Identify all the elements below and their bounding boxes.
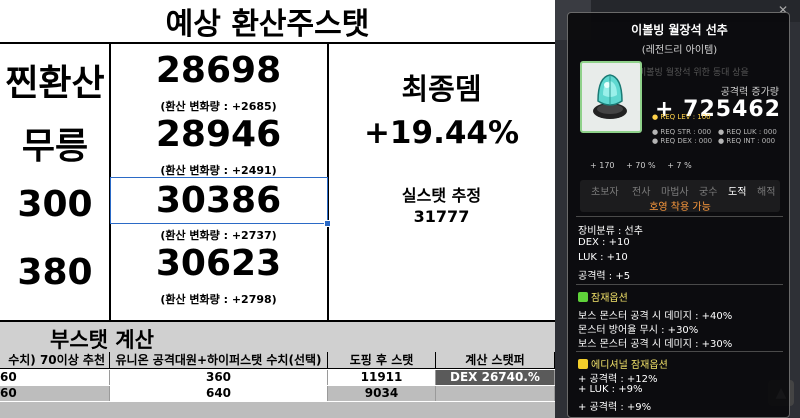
- job-list: 초보자 전사 마법사 궁수 도적 해적 호영 착용 가능: [580, 180, 780, 213]
- table-header: 수치) 70이상 추천: [0, 352, 110, 369]
- job-hint: 호영 착용 가능: [649, 202, 711, 213]
- job-thief: 도적: [728, 187, 747, 198]
- divider: [576, 351, 783, 352]
- boost-section-title: 부스탯 계산: [0, 320, 555, 352]
- req-int: ● REQ INT : 000: [718, 137, 776, 145]
- row-label: 300: [17, 184, 93, 225]
- table-header: 계산 스탯퍼: [436, 352, 555, 369]
- table-cell[interactable]: 360: [110, 370, 328, 385]
- additional-line: + LUK : +9%: [578, 384, 643, 395]
- table-cell[interactable]: 9034: [328, 386, 436, 401]
- item-icon: [580, 61, 642, 157]
- additional-badge-icon: [578, 359, 588, 369]
- sheet-title: 예상 환산주스탯: [165, 7, 370, 42]
- item-grade: (레전드리 아이템): [641, 45, 718, 56]
- final-damage-value[interactable]: +19.44%: [328, 115, 555, 151]
- table-header: 유니온 공격대원+하이퍼스탯 수치(선택): [110, 352, 328, 369]
- inline-stat: + 170: [590, 161, 615, 170]
- row-label: 찐환산: [5, 63, 105, 104]
- req-level: ● REQ LEV : 100: [652, 113, 711, 121]
- attack-increase-label: 공격력 증가량: [720, 87, 779, 98]
- sheet-title-bar: 예상 환산주스탯: [0, 0, 555, 44]
- potential-title-text: 잠재옵션: [591, 293, 628, 304]
- stat-delta: (환산 변화량 : +2798): [160, 293, 277, 306]
- potential-line: 보스 몬스터 공격 시 데미지 : +40%: [578, 311, 733, 322]
- additional-line: + 공격력 : +9%: [578, 402, 652, 413]
- row-label: 무릉: [21, 126, 89, 167]
- inline-stats: + 170 + 70 % + 7 %: [590, 161, 701, 170]
- req-str: ● REQ STR : 000: [652, 128, 712, 136]
- additional-line: + 공격력 : +12%: [578, 374, 658, 385]
- stat-value[interactable]: 30623: [110, 243, 327, 284]
- table-header: 도핑 후 스탯: [328, 352, 436, 369]
- table-cell[interactable]: 60: [0, 386, 110, 401]
- spreadsheet: 예상 환산주스탯 찐환산 무릉 300 380 28698 (환산 변화량 : …: [0, 0, 555, 418]
- table-cell[interactable]: [436, 386, 555, 401]
- potential-line: 보스 몬스터 공격 시 데미지 : +30%: [578, 339, 733, 350]
- potential-badge-icon: [578, 292, 588, 302]
- base-stat-line: 공격력 : +5: [578, 271, 631, 282]
- req-dex: ● REQ DEX : 000: [652, 137, 713, 145]
- table-cell[interactable]: DEX 26740.%: [436, 370, 555, 385]
- table-cell[interactable]: 11911: [328, 370, 436, 385]
- job-beginner: 초보자: [591, 187, 619, 198]
- base-stat-line: DEX : +10: [578, 237, 630, 248]
- potential-line: 몬스터 방어율 무시 : +30%: [578, 325, 699, 336]
- job-warrior: 전사: [632, 187, 651, 198]
- additional-potential-title: 에디셔널 잠재옵션: [578, 356, 668, 371]
- table-cell[interactable]: 640: [110, 386, 328, 401]
- job-archer: 궁수: [699, 187, 718, 198]
- boost-title: 부스탯 계산: [50, 328, 154, 352]
- stat-value[interactable]: 28698: [110, 50, 327, 91]
- stat-value[interactable]: 30386: [110, 180, 327, 221]
- potential-title: 잠재옵션: [578, 289, 628, 304]
- job-pirate: 해적: [757, 187, 776, 198]
- base-stat-line: LUK : +10: [578, 252, 628, 263]
- stat-delta: (환산 변화량 : +2737): [160, 229, 277, 242]
- item-faded-text: 미볼빙 월장석 위한 동대 상을: [638, 68, 749, 78]
- row-label: 380: [17, 252, 93, 293]
- estimate-label: 실스탯 추정: [401, 186, 482, 205]
- item-name: 이볼빙 월장석 선추: [631, 23, 728, 37]
- divider: [576, 284, 783, 285]
- item-tooltip: 이볼빙 월장석 선추 (레전드리 아이템) 미볼빙 월장석 위한 동대 상을 공…: [567, 12, 790, 418]
- stat-delta: (환산 변화량 : +2685): [160, 100, 277, 113]
- base-stat-line: 장비분류 : 선추: [578, 226, 643, 237]
- inline-stat: + 70 %: [626, 161, 656, 170]
- stat-delta: (환산 변화량 : +2491): [160, 164, 277, 177]
- estimate-value[interactable]: 31777: [328, 207, 555, 226]
- table-cell[interactable]: 60: [0, 370, 110, 385]
- empty-row: [0, 402, 555, 418]
- divider: [576, 216, 783, 217]
- stat-value[interactable]: 28946: [110, 114, 327, 155]
- final-damage-label: 최종뎀: [401, 72, 482, 106]
- job-magician: 마법사: [661, 187, 689, 198]
- req-luk: ● REQ LUK : 000: [718, 128, 777, 136]
- pocket-item-icon: [593, 74, 627, 119]
- inline-stat: + 7 %: [667, 161, 692, 170]
